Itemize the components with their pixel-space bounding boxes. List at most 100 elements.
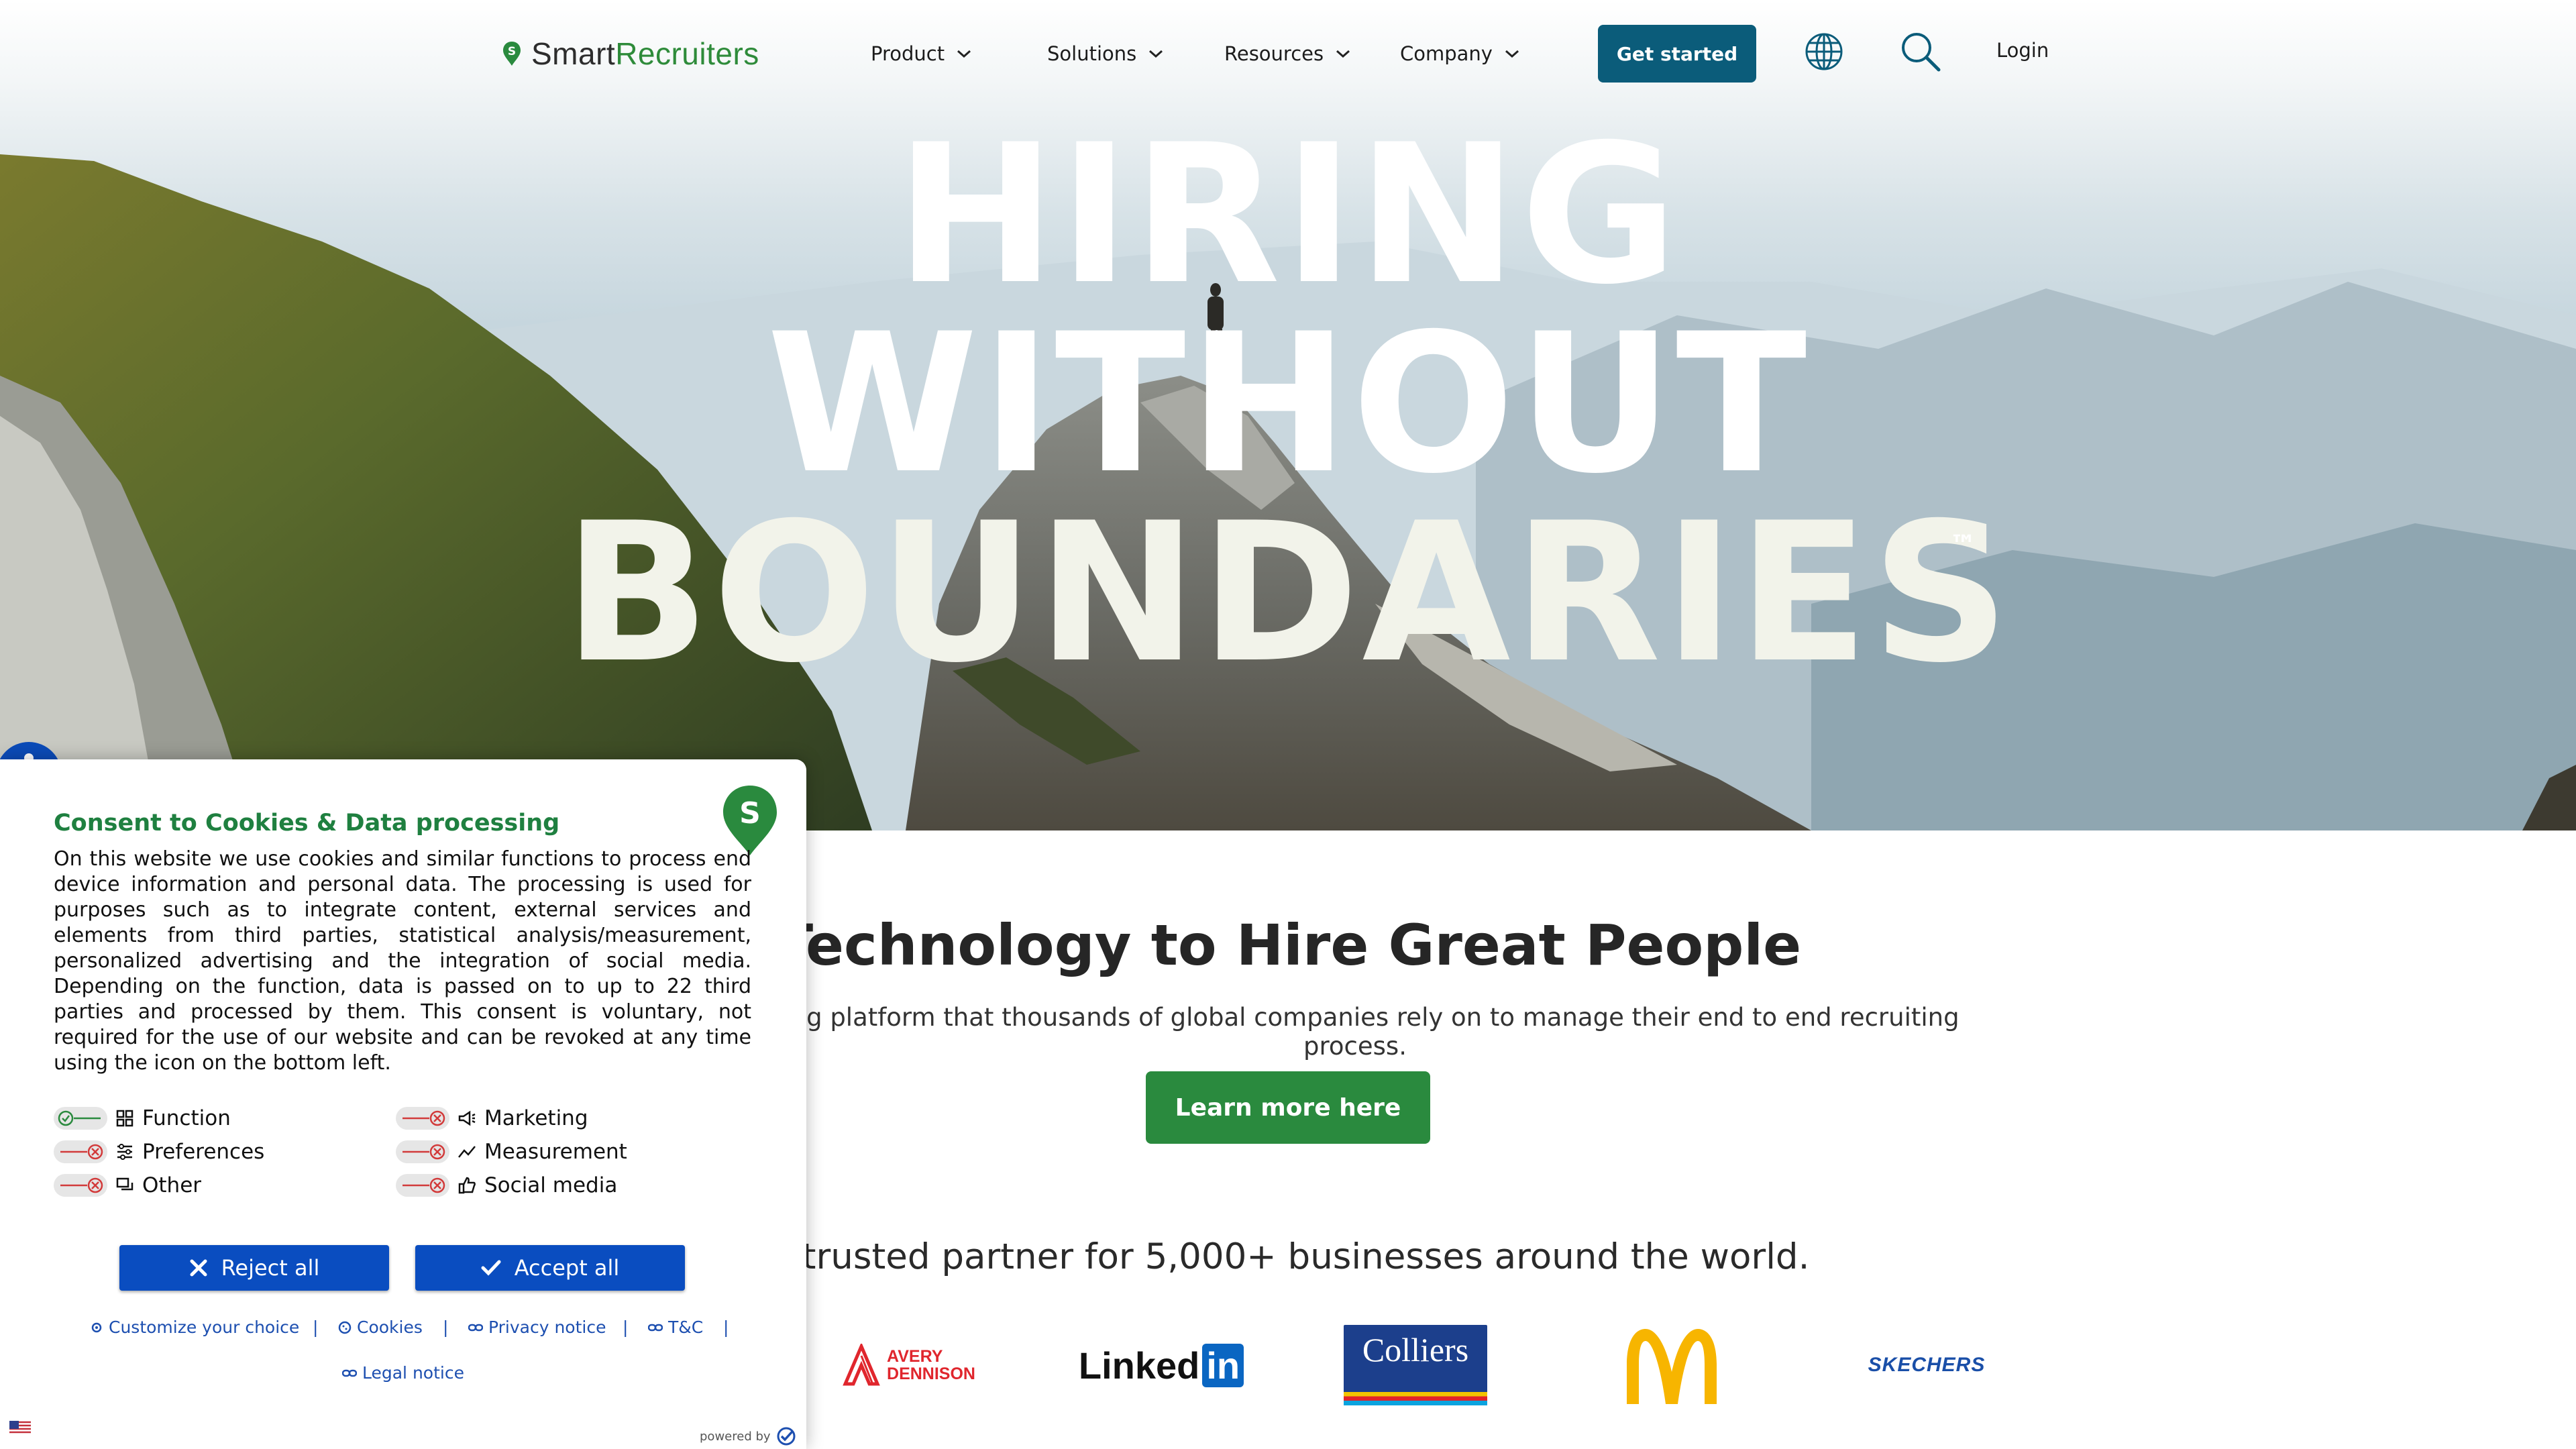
- avery-dennison-logo: AVERY DENNISON: [835, 1322, 983, 1409]
- consent-category-function[interactable]: Function: [54, 1105, 231, 1132]
- site-header: S SmartRecruiters Product Solutions Reso…: [0, 0, 2576, 107]
- hero-headline: HIRING WITHOUT BOUNDARIES: [0, 104, 2576, 705]
- trademark-symbol: ™: [1949, 530, 1976, 561]
- cookie-title: Consent to Cookies & Data processing: [54, 810, 560, 837]
- nav-product-label: Product: [871, 42, 945, 65]
- nav-company-label: Company: [1400, 42, 1493, 65]
- category-label: Preferences: [142, 1140, 265, 1164]
- link-icon: [468, 1324, 483, 1331]
- consent-category-other[interactable]: Other: [54, 1172, 201, 1199]
- cookie-description: On this website we use cookies and simil…: [54, 847, 751, 1075]
- nav-product[interactable]: Product: [871, 38, 973, 70]
- link-separator: |: [313, 1318, 319, 1337]
- usercentrics-check-icon: [777, 1427, 796, 1446]
- gear-icon: [91, 1322, 102, 1332]
- globe-icon[interactable]: [1804, 32, 1844, 72]
- section-subtext: hiring platform that thousands of global…: [751, 1003, 1960, 1061]
- accept-all-label: Accept all: [514, 1255, 620, 1281]
- powered-by-label: powered by: [700, 1429, 771, 1444]
- avery-dennison-wordmark: AVERY DENNISON: [887, 1347, 975, 1383]
- smartrecruiters-logo[interactable]: S SmartRecruiters: [502, 35, 759, 72]
- us-flag-icon[interactable]: [9, 1421, 31, 1436]
- toggle-off[interactable]: [396, 1174, 449, 1197]
- customize-choice-label: Customize your choice: [109, 1318, 300, 1337]
- tc-label: T&C: [668, 1318, 704, 1337]
- powered-by[interactable]: powered by: [700, 1426, 796, 1446]
- cookies-link[interactable]: Cookies: [338, 1318, 423, 1337]
- chevron-down-icon: [1505, 50, 1519, 58]
- x-toggle-icon: [402, 1110, 445, 1126]
- chevron-down-icon: [1149, 50, 1163, 58]
- category-label: Measurement: [484, 1140, 627, 1164]
- colliers-wordmark: Colliers: [1362, 1331, 1469, 1368]
- grid-icon: [116, 1110, 133, 1127]
- smartrecruiters-badge-icon: S: [723, 786, 777, 855]
- link-separator: |: [623, 1318, 629, 1337]
- hero-line-1: HIRING: [895, 104, 1681, 327]
- colliers-stripe: [1344, 1392, 1487, 1405]
- check-icon: [481, 1260, 501, 1276]
- tc-link[interactable]: T&C: [648, 1318, 703, 1337]
- linkedin-wordmark: Linked: [1078, 1344, 1200, 1387]
- toggle-off[interactable]: [396, 1107, 449, 1130]
- chat-icon: [116, 1177, 133, 1191]
- cookie-icon: [338, 1321, 352, 1334]
- link-icon: [342, 1369, 357, 1377]
- link-icon: [648, 1324, 663, 1331]
- toggle-off[interactable]: [54, 1174, 107, 1197]
- toggle-off[interactable]: [396, 1140, 449, 1163]
- reject-all-button[interactable]: Reject all: [119, 1245, 389, 1291]
- consent-category-preferences[interactable]: Preferences: [54, 1138, 264, 1165]
- hero-banner: HIRING WITHOUT BOUNDARIES ™: [0, 0, 2576, 830]
- consent-category-marketing[interactable]: Marketing: [396, 1105, 588, 1132]
- x-toggle-icon: [402, 1144, 445, 1160]
- toggle-off[interactable]: [54, 1140, 107, 1163]
- toggle-on[interactable]: [54, 1107, 107, 1130]
- accept-all-button[interactable]: Accept all: [415, 1245, 685, 1291]
- trend-line-icon: [458, 1146, 476, 1158]
- linkedin-in-badge: in: [1202, 1343, 1244, 1387]
- hero-line-3: BOUNDARIES: [564, 482, 2012, 705]
- cookies-label: Cookies: [357, 1318, 423, 1337]
- customize-choice-link[interactable]: Customize your choice: [90, 1318, 299, 1337]
- chevron-down-icon: [957, 50, 971, 58]
- linkedin-logo: Linked in: [1079, 1322, 1244, 1409]
- category-label: Social media: [484, 1173, 618, 1197]
- hero-line-2: WITHOUT: [766, 293, 1810, 516]
- svg-text:S: S: [508, 45, 516, 58]
- nav-solutions-label: Solutions: [1047, 42, 1137, 65]
- logo-wordmark: SmartRecruiters: [531, 36, 759, 71]
- svg-text:S: S: [739, 796, 761, 830]
- avery-dennison-mark-icon: [843, 1344, 880, 1386]
- nav-resources[interactable]: Resources: [1224, 38, 1352, 70]
- sliders-icon: [117, 1144, 132, 1160]
- get-started-button[interactable]: Get started: [1598, 25, 1756, 83]
- link-separator: |: [723, 1318, 729, 1337]
- mcdonalds-logo-icon: [1627, 1329, 1717, 1404]
- privacy-notice-link[interactable]: Privacy notice: [468, 1318, 606, 1337]
- consent-category-social-media[interactable]: Social media: [396, 1172, 617, 1199]
- smartrecruiters-logo-icon: S: [503, 42, 521, 66]
- nav-solutions[interactable]: Solutions: [1047, 38, 1165, 70]
- check-toggle-icon: [58, 1110, 101, 1126]
- learn-more-button[interactable]: Learn more here: [1146, 1071, 1430, 1144]
- megaphone-icon: [458, 1110, 476, 1126]
- x-toggle-icon: [60, 1177, 103, 1193]
- legal-notice-link[interactable]: Legal notice: [342, 1363, 464, 1383]
- x-toggle-icon: [402, 1177, 445, 1193]
- x-toggle-icon: [60, 1144, 103, 1160]
- search-icon[interactable]: [1900, 31, 1941, 72]
- legal-notice-label: Legal notice: [362, 1363, 464, 1383]
- thumbs-up-icon: [458, 1177, 476, 1194]
- skechers-logo: SKECHERS: [1868, 1354, 1986, 1376]
- reject-all-label: Reject all: [221, 1255, 320, 1281]
- consent-category-measurement[interactable]: Measurement: [396, 1138, 627, 1165]
- login-link[interactable]: Login: [1996, 39, 2049, 62]
- close-icon: [190, 1259, 207, 1277]
- link-separator: |: [443, 1318, 449, 1337]
- cookie-consent-panel: S Consent to Cookies & Data processing O…: [0, 759, 806, 1449]
- privacy-notice-label: Privacy notice: [488, 1318, 606, 1337]
- nav-company[interactable]: Company: [1400, 38, 1521, 70]
- mcdonalds-logo: [1618, 1322, 1725, 1409]
- section-heading: Technology to Hire Great People: [774, 912, 1802, 978]
